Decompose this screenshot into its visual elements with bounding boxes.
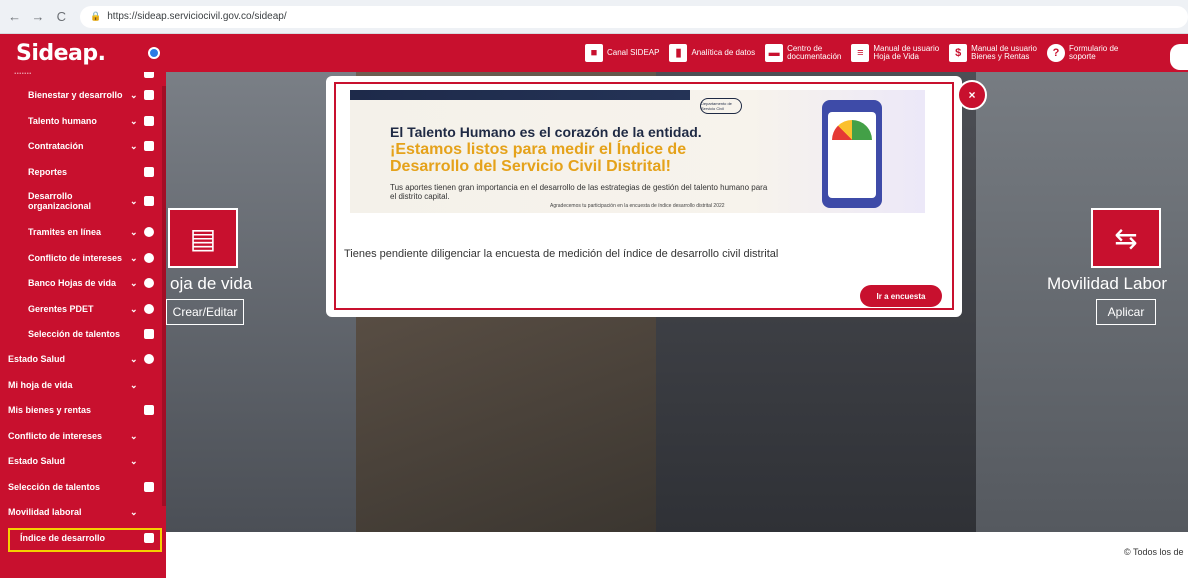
circle-icon xyxy=(144,304,154,314)
chevron-down-icon[interactable]: ⌄ xyxy=(130,196,138,207)
sidebar-item-estado-salud-2[interactable]: Estado Salud xyxy=(8,456,65,466)
highlight-box xyxy=(8,528,162,552)
sidebar-item-banco-hojas[interactable]: Banco Hojas de vida xyxy=(28,278,116,288)
video-camera-icon: ■ xyxy=(585,44,603,62)
mobility-icon[interactable]: ⇆ xyxy=(1091,208,1161,268)
sidebar-item-movilidad[interactable]: Movilidad laboral xyxy=(8,507,82,517)
sidebar-item-mi-hoja[interactable]: Mi hoja de vida xyxy=(8,380,73,390)
resume-icon[interactable]: ▤ xyxy=(168,208,238,268)
manual-bienes-rentas-link[interactable]: $ Manual de usuario Bienes y Rentas xyxy=(949,44,1037,62)
module-icon xyxy=(144,482,154,492)
chevron-down-icon[interactable]: ⌄ xyxy=(130,90,138,101)
circle-icon xyxy=(144,278,154,288)
copyright-icon: © xyxy=(1124,547,1131,557)
survey-modal: Departamento de Servicio Civil El Talent… xyxy=(326,76,962,317)
back-arrow-icon[interactable]: ← xyxy=(6,8,23,26)
aplicar-button[interactable]: Aplicar xyxy=(1096,299,1156,325)
banner-paragraph: Tus aportes tienen gran importancia en e… xyxy=(390,183,768,201)
centro-documentacion-link[interactable]: ▬ Centro de documentación xyxy=(765,44,841,62)
formulario-soporte-link[interactable]: ? Formulario de soporte xyxy=(1047,44,1118,62)
chevron-down-icon[interactable]: ⌄ xyxy=(130,278,138,289)
module-icon xyxy=(144,141,154,151)
banner-stripe xyxy=(350,90,690,100)
sidebar-item-bienestar[interactable]: Bienestar y desarrollo xyxy=(28,90,123,100)
chevron-down-icon[interactable]: ⌄ xyxy=(130,354,138,365)
sidebar-item-estado-salud-1[interactable]: Estado Salud xyxy=(8,354,65,364)
module-icon xyxy=(144,116,154,126)
help-icon: ? xyxy=(1047,44,1065,62)
chevron-down-icon[interactable]: ⌄ xyxy=(130,380,138,391)
banner-headline: El Talento Humano es el corazón de la en… xyxy=(390,124,702,140)
footer-text: © Todos los de xyxy=(1124,547,1184,557)
module-icon xyxy=(144,167,154,177)
sidebar-toggle[interactable] xyxy=(148,47,160,59)
close-icon[interactable]: × xyxy=(957,80,987,110)
survey-banner: Departamento de Servicio Civil El Talent… xyxy=(350,90,925,213)
sidebar-item-seleccion-2[interactable]: Selección de talentos xyxy=(8,482,100,492)
sidebar-item-reportes[interactable]: Reportes xyxy=(28,167,67,177)
chevron-down-icon[interactable]: ⌄ xyxy=(130,253,138,264)
user-avatar[interactable] xyxy=(1170,44,1188,70)
circle-icon xyxy=(144,253,154,263)
sidebar-item-tramites[interactable]: Tramites en línea xyxy=(28,227,101,237)
chevron-down-icon[interactable]: ⌄ xyxy=(130,141,138,152)
movilidad-title: Movilidad Labor xyxy=(1047,274,1168,293)
chevron-down-icon[interactable]: ⌄ xyxy=(130,431,138,442)
reload-icon[interactable]: C xyxy=(53,8,70,26)
sidebar-item-conflicto-1[interactable]: Conflicto de intereses xyxy=(28,253,122,263)
sidebar-item-contratacion[interactable]: Contratación xyxy=(28,141,84,151)
sidebar-item-talento-humano[interactable]: Talento humano xyxy=(28,116,97,126)
manual-hoja-vida-link[interactable]: ≡ Manual de usuario Hoja de Vida xyxy=(851,44,939,62)
chevron-down-icon[interactable]: ⌄ xyxy=(130,304,138,315)
chevron-down-icon[interactable]: ⌄ xyxy=(130,116,138,127)
hero-panel xyxy=(976,72,1188,532)
manual-icon: ≡ xyxy=(851,44,870,62)
banner-thanks: Agradecemos tu participación en la encue… xyxy=(550,203,725,209)
chevron-down-icon[interactable]: ⌄ xyxy=(130,456,138,467)
analitica-datos-link[interactable]: ▮ Analítica de datos xyxy=(669,44,755,62)
sidebar-item-partial[interactable]: ....... xyxy=(14,72,32,76)
banner-subheadline-2: Desarrollo del Servicio Civil Distrital! xyxy=(390,158,671,175)
sidebar-item-seleccion-1[interactable]: Selección de talentos xyxy=(28,329,120,339)
sidebar-item-bienes-rentas[interactable]: Mis bienes y rentas xyxy=(8,405,91,415)
sidebar: ....... Bienestar y desarrollo ⌄ Talento… xyxy=(0,72,166,578)
survey-message: Tienes pendiente diligenciar la encuesta… xyxy=(344,248,779,260)
hoja-vida-title: oja de vida xyxy=(170,274,253,293)
bar-chart-icon: ▮ xyxy=(669,44,688,62)
ir-a-encuesta-button[interactable]: Ir a encuesta xyxy=(860,285,942,307)
chevron-down-icon[interactable]: ⌄ xyxy=(130,507,138,518)
crear-editar-button[interactable]: Crear/Editar xyxy=(166,299,244,325)
circle-icon xyxy=(144,354,154,364)
browser-toolbar: ← → C 🔒 https://sideap.serviciocivil.gov… xyxy=(0,0,1188,34)
sidebar-item-desarrollo-org[interactable]: Desarrollo organizacional xyxy=(28,191,91,211)
module-icon xyxy=(144,405,154,415)
app-header: Sideap. ■ Canal SIDEAP ▮ Analítica de da… xyxy=(0,34,1188,72)
sideap-logo[interactable]: Sideap. xyxy=(16,41,106,66)
lock-icon: 🔒 xyxy=(90,11,102,21)
address-bar[interactable]: 🔒 https://sideap.serviciocivil.gov.co/si… xyxy=(80,5,1188,28)
chevron-down-icon[interactable]: ⌄ xyxy=(130,227,138,238)
sidebar-item-conflicto-2[interactable]: Conflicto de intereses xyxy=(8,431,102,441)
module-icon xyxy=(144,72,154,78)
servicio-civil-badge: Departamento de Servicio Civil xyxy=(700,98,742,114)
circle-icon xyxy=(144,227,154,237)
canal-sideap-link[interactable]: ■ Canal SIDEAP xyxy=(585,44,659,62)
url-text: https://sideap.serviciocivil.gov.co/side… xyxy=(107,11,287,22)
document-center-icon: ▬ xyxy=(765,44,784,62)
sidebar-item-gerentes-pdet[interactable]: Gerentes PDET xyxy=(28,304,94,314)
module-icon xyxy=(144,329,154,339)
banner-subheadline-1: ¡Estamos listos para medir el Índice de xyxy=(390,141,687,158)
module-icon xyxy=(144,196,154,206)
module-icon xyxy=(144,90,154,100)
forward-arrow-icon[interactable]: → xyxy=(29,8,46,26)
money-manual-icon: $ xyxy=(949,44,968,62)
